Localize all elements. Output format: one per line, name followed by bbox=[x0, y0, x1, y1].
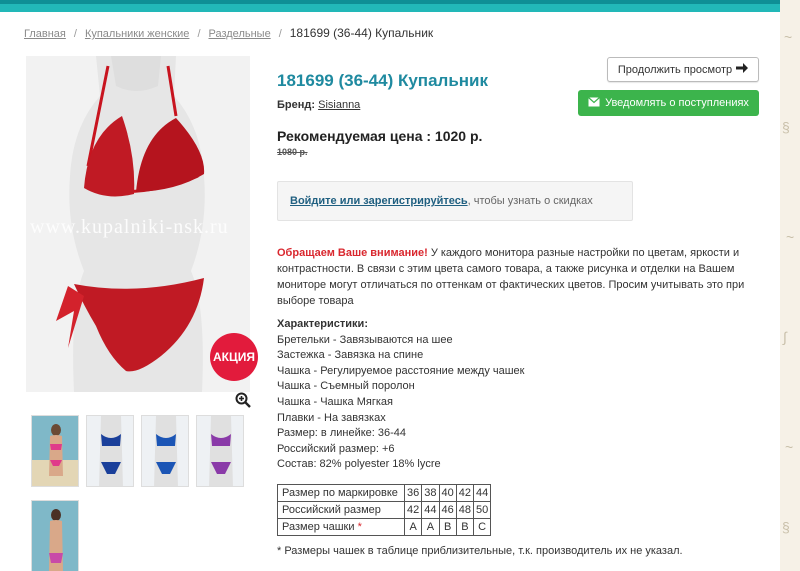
table-cell: 42 bbox=[455, 484, 475, 502]
product-thumbnail[interactable] bbox=[196, 415, 244, 487]
continue-browsing-button[interactable]: Продолжить просмотр bbox=[607, 57, 759, 82]
image-watermark: www.kupalniki-nsk.ru bbox=[30, 216, 229, 238]
spec-line: Чашка - Чашка Мягкая bbox=[277, 395, 393, 408]
breadcrumb-separator: / bbox=[197, 28, 201, 40]
breadcrumb-separator: / bbox=[278, 28, 282, 40]
breadcrumb-home-link[interactable]: Главная bbox=[24, 28, 66, 40]
spec-line: Застежка - Завязка на спине bbox=[277, 349, 424, 362]
table-cell-label: Размер по маркировке bbox=[277, 484, 405, 502]
breadcrumb-separate-link[interactable]: Раздельные bbox=[209, 28, 271, 40]
brand-link[interactable]: Sisianna bbox=[318, 99, 360, 111]
notify-restock-label: Уведомлять о поступлениях bbox=[605, 97, 749, 109]
size-table: Размер по маркировке 36 38 40 42 44 Росс… bbox=[277, 484, 492, 536]
breadcrumb-swimsuits-link[interactable]: Купальники женские bbox=[85, 28, 190, 40]
spec-line: Плавки - На завязках bbox=[277, 411, 386, 424]
table-row: Размер по маркировке 36 38 40 42 44 bbox=[277, 484, 492, 502]
login-register-link[interactable]: Войдите или зарегистрируйтесь bbox=[290, 195, 468, 207]
recommended-price: Рекомендуемая цена : 1020 р. bbox=[277, 128, 483, 144]
breadcrumb: Главная / Купальники женские / Раздельные / 18… bbox=[24, 26, 433, 40]
asterisk-mark: * bbox=[357, 521, 362, 533]
spec-line: Чашка - Съемный поролон bbox=[277, 380, 415, 393]
table-cell: B bbox=[438, 518, 457, 536]
table-row: Российский размер 42 44 46 48 50 bbox=[277, 501, 492, 519]
table-cell: A bbox=[421, 518, 440, 536]
cup-size-label: Размер чашки bbox=[282, 521, 355, 533]
product-thumbnail[interactable] bbox=[31, 500, 79, 571]
notice-highlight: Обращаем Ваше внимание! bbox=[277, 247, 428, 259]
table-row: Размер чашки * A A B B C bbox=[277, 518, 492, 536]
table-cell: 46 bbox=[438, 501, 457, 519]
breadcrumb-current: 181699 (36-44) Купальник bbox=[289, 26, 434, 40]
envelope-icon bbox=[588, 96, 600, 110]
spec-line: Бретельки - Завязываются на шее bbox=[277, 333, 453, 346]
size-footnote: * Размеры чашек в таблице приблизительны… bbox=[277, 545, 683, 557]
specs-heading: Характеристики: bbox=[277, 318, 368, 330]
magnifier-plus-icon[interactable] bbox=[235, 392, 251, 408]
brand-label: Бренд: bbox=[277, 99, 316, 111]
table-cell: 42 bbox=[403, 501, 423, 519]
table-cell: A bbox=[403, 518, 423, 536]
product-thumbnail[interactable] bbox=[86, 415, 134, 487]
table-cell: 40 bbox=[438, 484, 457, 502]
table-cell-label: Размер чашки * bbox=[277, 518, 405, 536]
continue-browsing-label: Продолжить просмотр bbox=[617, 63, 733, 76]
login-discount-box: Войдите или зарегистрируйтесь, чтобы узн… bbox=[277, 181, 633, 221]
top-accent-stripe bbox=[0, 0, 800, 4]
sale-badge: АКЦИЯ bbox=[210, 333, 258, 381]
table-cell: 50 bbox=[472, 501, 492, 519]
product-title: 181699 (36-44) Купальник bbox=[277, 71, 489, 90]
old-price: 1080 р. bbox=[277, 147, 308, 157]
table-cell: 36 bbox=[403, 484, 423, 502]
product-thumbnail[interactable] bbox=[31, 415, 79, 487]
table-cell: 44 bbox=[421, 501, 440, 519]
table-cell: 44 bbox=[472, 484, 492, 502]
spec-line: Российский размер: +6 bbox=[277, 442, 395, 455]
product-brand: Бренд: Sisianna bbox=[277, 99, 360, 111]
color-notice: Обращаем Ваше внимание! У каждого монито… bbox=[277, 245, 757, 309]
specifications: Характеристики: Бретельки - Завязываются… bbox=[277, 317, 524, 473]
table-cell: B bbox=[455, 518, 475, 536]
table-cell-label: Российский размер bbox=[277, 501, 405, 519]
table-cell: C bbox=[472, 518, 492, 536]
product-thumbnail[interactable] bbox=[141, 415, 189, 487]
breadcrumb-separator: / bbox=[73, 28, 77, 40]
arrow-right-icon bbox=[736, 63, 749, 76]
spec-line: Состав: 82% polyester 18% lycre bbox=[277, 458, 441, 471]
table-cell: 48 bbox=[455, 501, 475, 519]
spec-line: Размер: в линейке: 36-44 bbox=[277, 427, 407, 440]
table-cell: 38 bbox=[421, 484, 440, 502]
notify-restock-button[interactable]: Уведомлять о поступлениях bbox=[578, 90, 759, 116]
login-discount-text: , чтобы узнать о скидках bbox=[467, 195, 593, 207]
spec-line: Чашка - Регулируемое расстояние между ча… bbox=[277, 364, 525, 377]
background-decoration: ~ § ~ ∫ ~ § bbox=[780, 0, 800, 571]
